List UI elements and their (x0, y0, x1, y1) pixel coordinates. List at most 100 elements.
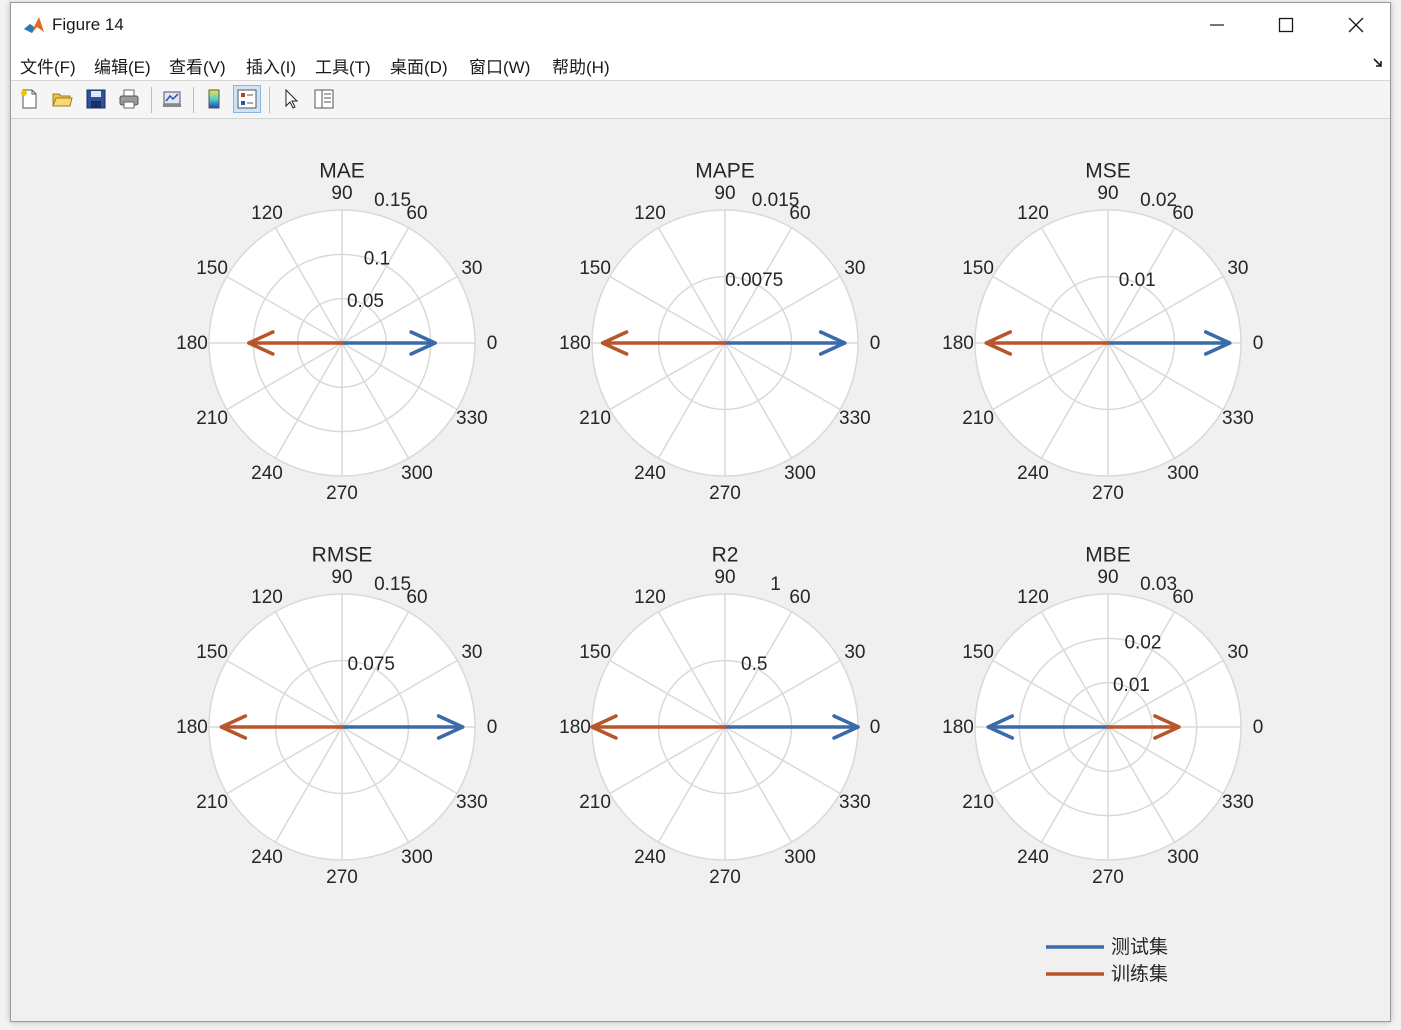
minimize-button[interactable] (1183, 3, 1251, 47)
radial-tick-label: 0.15 (374, 190, 411, 211)
menu-desktop[interactable]: 桌面(D) (390, 53, 448, 78)
theta-tick-label: 0 (487, 717, 498, 738)
menu-window[interactable]: 窗口(W) (469, 53, 530, 78)
theta-tick-label: 210 (579, 792, 611, 813)
link-plot-icon (163, 91, 181, 107)
legend-label: 训练集 (1111, 963, 1168, 985)
theta-tick-label: 180 (559, 333, 591, 354)
print-icon (119, 89, 139, 109)
theta-tick-label: 300 (401, 463, 433, 484)
menu-view[interactable]: 查看(V) (169, 53, 226, 78)
theta-tick-label: 90 (331, 567, 352, 588)
radial-tick-label: 0.1 (364, 248, 390, 269)
theta-tick-label: 240 (634, 847, 666, 868)
menu-help[interactable]: 帮助(H) (552, 53, 610, 78)
polar-plot-title: MAPE (695, 160, 755, 183)
radial-tick-label: 0.02 (1124, 632, 1161, 653)
polar-axes-mse[interactable]: 03060901201501802102402703003300.010.02M… (942, 160, 1263, 504)
desktop-background-right (1390, 0, 1401, 1030)
theta-tick-label: 150 (962, 258, 994, 279)
close-button[interactable] (1322, 3, 1390, 47)
radial-tick-label: 0.02 (1140, 190, 1177, 211)
theta-tick-label: 180 (942, 333, 974, 354)
theta-tick-label: 120 (634, 203, 666, 224)
menu-bar: 文件(F) 编辑(E) 查看(V) 插入(I) 工具(T) 桌面(D) 窗口(W… (11, 47, 1390, 81)
new-figure-icon (21, 89, 37, 109)
theta-tick-label: 180 (176, 717, 208, 738)
dock-arrow-icon[interactable] (1372, 57, 1384, 69)
theta-tick-label: 120 (1017, 203, 1049, 224)
title-bar[interactable]: Figure 14 (11, 3, 1390, 47)
theta-tick-label: 330 (1222, 792, 1254, 813)
theta-tick-label: 300 (401, 847, 433, 868)
theta-tick-label: 120 (1017, 587, 1049, 608)
legend-icon (237, 89, 257, 109)
theta-tick-label: 90 (714, 567, 735, 588)
matlab-logo-icon (24, 17, 44, 33)
theta-tick-label: 300 (784, 463, 816, 484)
theta-tick-label: 90 (331, 183, 352, 204)
theta-tick-label: 330 (839, 408, 871, 429)
theta-tick-label: 300 (1167, 847, 1199, 868)
print-button[interactable] (115, 85, 143, 113)
open-button[interactable] (48, 85, 76, 113)
radial-tick-label: 0.05 (347, 291, 384, 312)
maximize-icon (1278, 17, 1294, 33)
legend[interactable]: 测试集训练集 (1046, 936, 1168, 985)
polar-axes-r2[interactable]: 0 30 60 90 120 150 180 210 240 270 300 330 0.5 1 R2 (559, 544, 880, 888)
theta-tick-label: 90 (1097, 567, 1118, 588)
theta-tick-label: 90 (714, 183, 735, 204)
theta-tick-label: 270 (1092, 867, 1124, 888)
theta-tick-label: 210 (579, 408, 611, 429)
menu-file[interactable]: 文件(F) (20, 53, 76, 78)
legend-label: 测试集 (1111, 936, 1168, 958)
theta-tick-label: 30 (461, 258, 482, 279)
new-figure-button[interactable] (15, 85, 43, 113)
theta-tick-label: 240 (1017, 847, 1049, 868)
theta-tick-label: 30 (461, 642, 482, 663)
property-inspector-icon (314, 89, 334, 109)
theta-tick-label: 330 (839, 792, 871, 813)
colorbar-button[interactable] (200, 85, 228, 113)
link-plot-button[interactable] (158, 85, 186, 113)
menu-insert[interactable]: 插入(I) (246, 53, 296, 78)
property-inspector-button[interactable] (310, 85, 338, 113)
theta-tick-label: 0 (1253, 333, 1264, 354)
menu-edit[interactable]: 编辑(E) (94, 53, 151, 78)
theta-tick-label: 90 (1097, 183, 1118, 204)
theta-tick-label: 270 (1092, 483, 1124, 504)
theta-tick-label: 30 (844, 258, 865, 279)
save-icon (86, 89, 106, 109)
polar-plots-svg: 03060901201501802102402703003300.050.10.… (176, 160, 1263, 985)
theta-tick-label: 30 (844, 642, 865, 663)
polar-axes-mae[interactable]: 03060901201501802102402703003300.050.10.… (176, 160, 497, 504)
theta-tick-label: 240 (251, 847, 283, 868)
menu-tools[interactable]: 工具(T) (315, 53, 371, 78)
pointer-button[interactable] (277, 85, 305, 113)
maximize-button[interactable] (1252, 3, 1320, 47)
theta-tick-label: 210 (962, 408, 994, 429)
toolbar-separator (151, 87, 152, 113)
polar-axes-rmse[interactable]: 03060901201501802102402703003300.0750.15… (176, 544, 497, 888)
theta-tick-label: 0 (870, 717, 881, 738)
save-button[interactable] (82, 85, 110, 113)
radial-tick-label: 1 (770, 574, 781, 595)
figure-canvas[interactable]: 0 30 60 90 120 150 180 210 240 270 300 330 0.05 0.1 0.… (11, 119, 1390, 1021)
polar-axes-mbe[interactable]: 03060901201501802102402703003300.010.020… (942, 544, 1263, 888)
polar-plot-title: RMSE (312, 544, 373, 567)
theta-tick-label: 240 (634, 463, 666, 484)
theta-tick-label: 30 (1227, 258, 1248, 279)
polar-axes-mape[interactable]: 03060901201501802102402703003300.00750.0… (559, 160, 880, 504)
radial-tick-label: 0.015 (752, 190, 800, 211)
theta-tick-label: 180 (559, 717, 591, 738)
figure-window: Figure 14 文件(F) 编辑(E) 查看(V) 插入(I) 工具(T) … (10, 2, 1391, 1022)
legend-button[interactable] (233, 85, 261, 113)
theta-tick-label: 60 (789, 587, 810, 608)
theta-tick-label: 240 (251, 463, 283, 484)
radial-tick-label: 0.01 (1113, 675, 1150, 696)
theta-tick-label: 180 (942, 717, 974, 738)
theta-tick-label: 150 (962, 642, 994, 663)
theta-tick-label: 330 (1222, 408, 1254, 429)
theta-tick-label: 240 (1017, 463, 1049, 484)
theta-tick-label: 330 (456, 408, 488, 429)
